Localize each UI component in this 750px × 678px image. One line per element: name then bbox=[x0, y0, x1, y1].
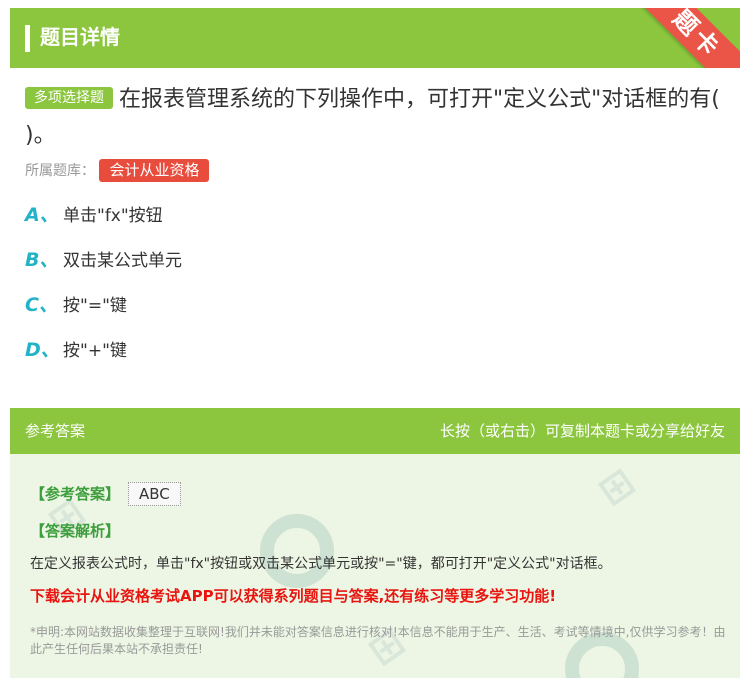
question-type-badge: 多项选择题 bbox=[25, 87, 113, 109]
explanation-label: 【答案解析】 bbox=[30, 522, 121, 540]
option-c[interactable]: C、 按"="键 bbox=[25, 290, 725, 335]
question-card: 题目详情 题卡 多项选择题 在报表管理系统的下列操作中，可打开"定义公式"对话框的… bbox=[10, 8, 740, 678]
watermark-ring-icon bbox=[260, 514, 334, 588]
watermark-glyph: ⊞ bbox=[589, 458, 644, 516]
answer-section-title: 参考答案 bbox=[25, 422, 86, 440]
option-text: 按"+"键 bbox=[63, 341, 127, 361]
option-letter: B、 bbox=[25, 249, 59, 271]
header-accent-bar bbox=[25, 25, 30, 52]
question-card-ribbon[interactable]: 题卡 bbox=[624, 8, 740, 68]
share-hint: 长按（或右击）可复制本题卡或分享给好友 bbox=[439, 422, 725, 440]
app-download-promo-link[interactable]: 下载会计从业资格考试APP可以获得系列题目与答案,还有练习等更多学习功能! bbox=[30, 585, 556, 606]
option-b[interactable]: B、 双击某公式单元 bbox=[25, 245, 725, 290]
option-a[interactable]: A、 单击"fx"按钮 bbox=[25, 200, 725, 245]
card-header: 题目详情 题卡 bbox=[10, 8, 740, 68]
answer-section-header: 参考答案 长按（或右击）可复制本题卡或分享给好友 bbox=[10, 408, 740, 454]
question-text: 在报表管理系统的下列操作中，可打开"定义公式"对话框的有( )。 bbox=[25, 87, 720, 148]
options-list: A、 单击"fx"按钮 B、 双击某公式单元 C、 按"="键 D、 按"+"键 bbox=[10, 184, 740, 380]
bank-tag-link[interactable]: 会计从业资格 bbox=[99, 159, 210, 182]
option-text: 单击"fx"按钮 bbox=[63, 206, 163, 226]
answer-label: 【参考答案】 bbox=[30, 485, 121, 503]
answer-value: ABC bbox=[128, 482, 181, 506]
disclaimer-text: *申明:本网站数据收集整理于互联网!我们并未能对答案信息进行核对!本信息不能用于… bbox=[30, 625, 726, 656]
option-letter: C、 bbox=[25, 294, 58, 316]
option-letter: D、 bbox=[25, 339, 60, 361]
bank-label: 所属题库： bbox=[25, 163, 95, 179]
option-text: 双击某公式单元 bbox=[63, 251, 182, 271]
header-title: 题目详情 bbox=[40, 25, 120, 49]
answer-section-body: ⊞ ⊞ ⊞ 【参考答案】 ABC 【答案解析】 在定义报表公式时，单击"fx"按钮… bbox=[10, 454, 740, 678]
reference-answer-row: 【参考答案】 ABC bbox=[30, 482, 181, 506]
option-letter: A、 bbox=[25, 204, 59, 226]
option-text: 按"="键 bbox=[63, 296, 127, 316]
option-d[interactable]: D、 按"+"键 bbox=[25, 335, 725, 380]
explanation-text: 在定义报表公式时，单击"fx"按钮或双击某公式单元或按"="键，都可打开"定义公… bbox=[30, 556, 612, 572]
question-bank-row: 所属题库： 会计从业资格 bbox=[10, 154, 740, 184]
question-text-block: 多项选择题 在报表管理系统的下列操作中，可打开"定义公式"对话框的有( )。 bbox=[10, 68, 740, 154]
